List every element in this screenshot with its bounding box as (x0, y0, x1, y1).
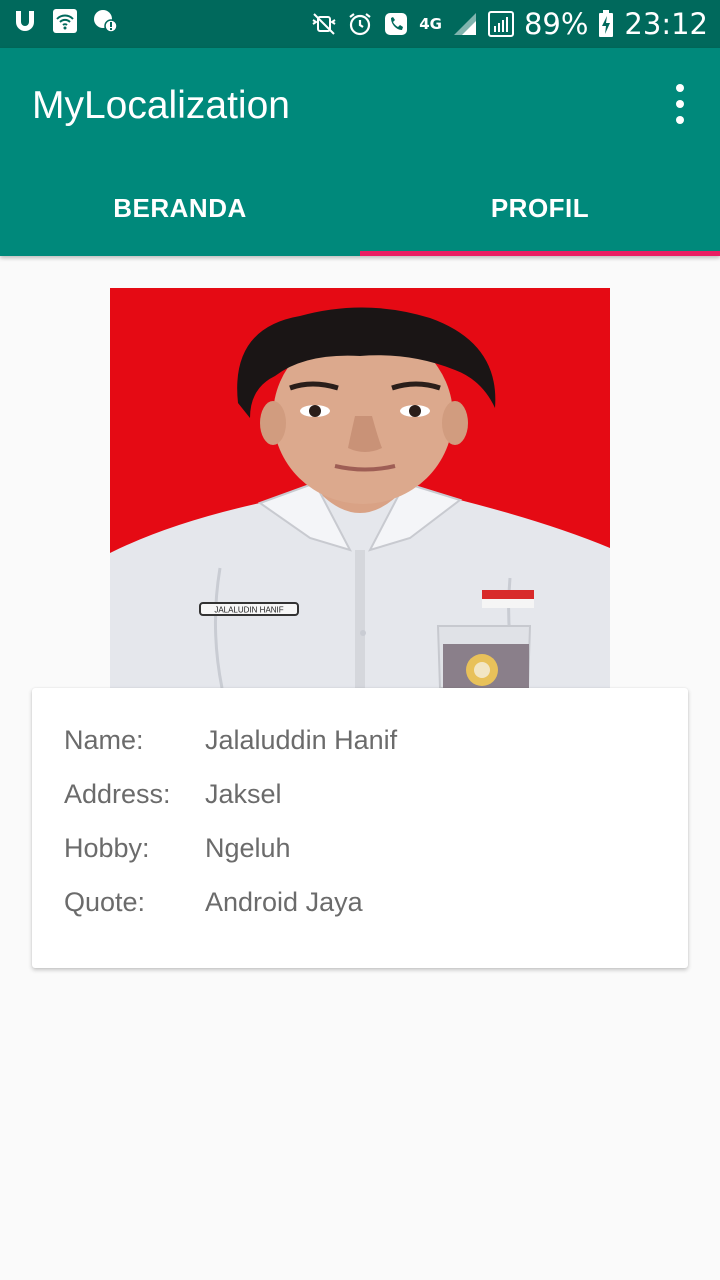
tab-beranda[interactable]: BERANDA (0, 160, 360, 256)
hobby-label: Hobby: (64, 832, 150, 863)
call-icon (385, 13, 408, 35)
network-type: 4G (419, 14, 442, 33)
app-bar: MyLocalization BERANDA PROFIL (0, 48, 720, 256)
address-label: Address: (64, 778, 171, 809)
hobby-value: Ngeluh (205, 832, 291, 863)
tab-bar: BERANDA PROFIL (0, 160, 720, 256)
overflow-menu-icon[interactable] (668, 84, 692, 124)
wifi-icon (53, 9, 77, 33)
address-value: Jaksel (205, 778, 282, 809)
u-icon (16, 11, 34, 31)
chat-icon (94, 10, 118, 33)
app-title: MyLocalization (32, 84, 290, 127)
profile-row-address: Address: Jaksel (64, 774, 282, 814)
battery-charging-icon (599, 10, 614, 37)
quote-label: Quote: (64, 886, 146, 917)
profile-card: Name: Jalaluddin Hanif Address: Jaksel H… (32, 688, 688, 968)
profile-row-quote: Quote: Android Jaya (64, 882, 363, 922)
clock: 23:12 (624, 7, 708, 41)
profile-photo: JALALUDIN HANIF (110, 288, 610, 688)
quote-value: Android Jaya (205, 886, 363, 917)
signal-icon (453, 13, 476, 35)
signal-box-icon (487, 11, 514, 37)
profile-row-hobby: Hobby: Ngeluh (64, 828, 291, 868)
profile-row-name: Name: Jalaluddin Hanif (64, 720, 397, 760)
name-tag-text: JALALUDIN HANIF (214, 606, 283, 615)
tab-profil[interactable]: PROFIL (360, 160, 720, 256)
alarm-icon (349, 13, 371, 36)
name-value: Jalaluddin Hanif (205, 724, 398, 755)
battery-percent: 89% (523, 7, 589, 41)
name-label: Name: (64, 724, 144, 755)
mute-icon (312, 13, 336, 35)
status-bar: 4G 89% 23:12 (0, 0, 720, 48)
